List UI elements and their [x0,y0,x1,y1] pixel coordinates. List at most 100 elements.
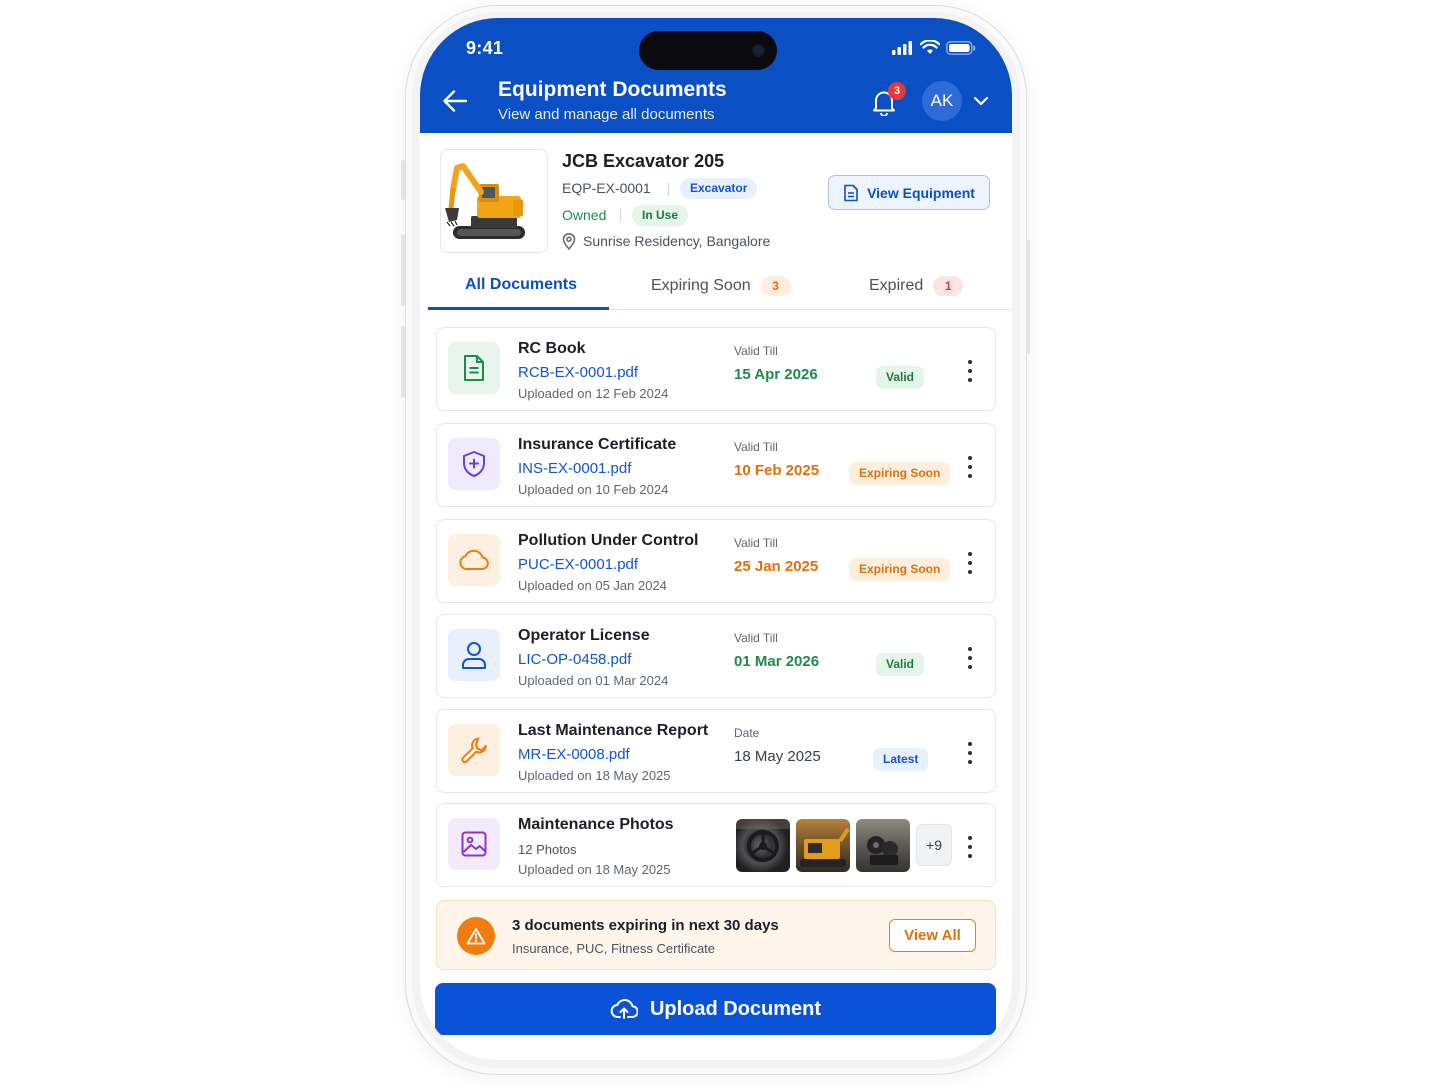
document-card[interactable]: RC Book RCB-EX-0001.pdf Uploaded on 12 F… [436,327,996,411]
divider [668,183,669,196]
chevron-down-icon[interactable] [973,94,989,108]
document-date: 10 Feb 2025 [734,462,820,479]
more-options-icon[interactable] [965,360,975,382]
signal-icon [892,40,912,55]
equipment-name: JCB Excavator 205 [562,151,725,171]
tab-label: All Documents [465,276,578,293]
document-card[interactable]: Insurance Certificate INS-EX-0001.pdf Up… [436,423,996,507]
document-card[interactable]: Operator License LIC-OP-0458.pdf Uploade… [436,614,996,698]
steering-wheel-image [736,819,790,862]
document-icon-tile [448,629,500,681]
document-card[interactable]: Pollution Under Control PUC-EX-0001.pdf … [436,519,996,603]
tab-count-badge: 3 [760,276,791,296]
date-label: Valid Till [734,344,778,358]
document-file-link[interactable]: RCB-EX-0001.pdf [518,364,638,381]
tab-expiring-soon[interactable]: Expiring Soon 3 [651,276,791,296]
document-date: 15 Apr 2026 [734,366,818,383]
view-equipment-button[interactable]: View Equipment [828,175,990,210]
equipment-type-tag: Excavator [680,178,758,199]
more-photos-button[interactable]: +9 [916,824,952,866]
phone-power-button [1026,240,1030,354]
more-options-icon[interactable] [965,647,975,669]
document-icon-tile [448,534,500,586]
warning-icon [457,917,495,955]
equipment-id: EQP-EX-0001 [562,180,651,196]
dynamic-island [639,31,777,70]
more-options-icon[interactable] [965,552,975,574]
date-label: Valid Till [734,536,778,550]
document-file-link[interactable]: INS-EX-0001.pdf [518,460,631,477]
image-icon [461,831,487,857]
status-badge: Valid [876,653,925,676]
shield-plus-icon [463,451,485,477]
document-card[interactable]: Maintenance Photos 12 Photos Uploaded on… [436,803,996,887]
more-options-icon[interactable] [965,742,975,764]
document-card[interactable]: Last Maintenance Report MR-EX-0008.pdf U… [436,709,996,793]
back-arrow-icon[interactable] [442,88,468,114]
photo-thumbnail[interactable] [736,819,790,872]
document-icon-tile [448,438,500,490]
document-upload-date: Uploaded on 10 Feb 2024 [518,482,669,497]
phone-side-button [401,160,405,200]
more-options-icon[interactable] [965,836,975,858]
phone-volume-down-button [401,326,405,398]
ownership-label: Owned [562,207,607,223]
equipment-image [440,149,548,253]
document-tabs: All Documents Expiring Soon 3 Expired 1 [428,266,1012,310]
document-date: 25 Jan 2025 [734,558,819,575]
document-date: 18 May 2025 [734,748,821,765]
document-title: Operator License [518,627,650,644]
equipment-status-tag: In Use [632,205,689,226]
app-screen: 9:41 Equipment Documents View and manage… [420,18,1012,1060]
divider [620,209,621,222]
document-upload-date: Uploaded on 18 May 2025 [518,768,671,783]
tab-label: Expired [869,277,924,294]
phone-volume-up-button [401,234,405,306]
document-icon-tile [448,342,500,394]
expiry-alert-banner: 3 documents expiring in next 30 days Ins… [436,900,996,970]
app-header: 9:41 Equipment Documents View and manage… [420,18,1012,133]
more-options-icon[interactable] [965,456,975,478]
view-all-button[interactable]: View All [889,919,976,952]
document-upload-date: Uploaded on 05 Jan 2024 [518,578,667,593]
date-label: Valid Till [734,631,778,645]
document-file-link[interactable]: PUC-EX-0001.pdf [518,556,638,573]
photo-thumbnail[interactable] [796,819,850,872]
tab-all-documents[interactable]: All Documents [465,276,577,294]
status-badge: Expiring Soon [849,558,951,581]
warning-triangle-icon [466,928,486,945]
location-pin-icon [562,233,576,250]
battery-icon [946,40,976,55]
document-icon-tile [448,818,500,870]
equipment-location: Sunrise Residency, Bangalore [583,233,771,249]
page-title: Equipment Documents [498,78,727,101]
document-title: Pollution Under Control [518,532,699,549]
document-title: Maintenance Photos [518,816,674,833]
page-subtitle: View and manage all documents [498,106,715,123]
date-label: Valid Till [734,440,778,454]
document-upload-date: Uploaded on 12 Feb 2024 [518,386,669,401]
cloud-icon [459,549,489,570]
alert-title: 3 documents expiring in next 30 days [512,917,779,934]
avatar[interactable]: AK [922,81,962,121]
document-upload-date: Uploaded on 18 May 2025 [518,862,671,877]
photo-count: 12 Photos [518,842,577,857]
notification-badge: 3 [888,82,906,100]
document-icon [844,184,858,201]
document-icon-tile [448,724,500,776]
date-label: Date [734,726,760,740]
status-icons [892,40,976,55]
upload-document-button[interactable]: Upload Document [435,983,996,1035]
document-icon [464,355,484,381]
user-icon [462,642,486,669]
tab-expired[interactable]: Expired 1 [869,276,964,296]
tab-count-badge: 1 [933,276,964,296]
document-file-link[interactable]: MR-EX-0008.pdf [518,746,630,763]
document-file-link[interactable]: LIC-OP-0458.pdf [518,651,631,668]
status-badge: Latest [873,748,929,771]
status-time: 9:41 [466,38,504,58]
tab-label: Expiring Soon [651,277,751,294]
status-badge: Expiring Soon [849,462,951,485]
view-equipment-label: View Equipment [867,184,975,201]
photo-thumbnail[interactable] [856,819,910,872]
